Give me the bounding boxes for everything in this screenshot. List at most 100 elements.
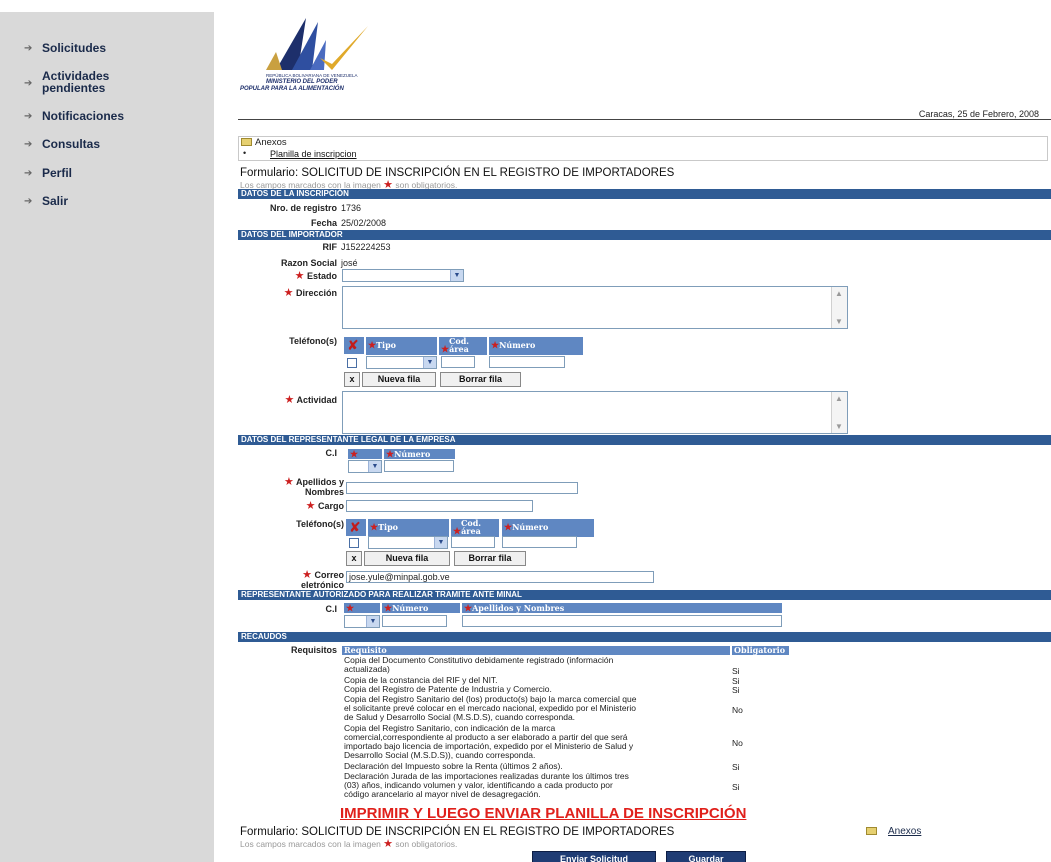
aut-ci-numero-header: ★Número [382, 603, 460, 614]
chevron-down-icon: ▼ [450, 270, 463, 281]
rep-tel-cod-header: Cod. ★área [451, 519, 499, 537]
nueva-fila-button[interactable]: Nueva fila [362, 372, 436, 387]
required-star-icon: ★ [284, 394, 295, 406]
table-row: Copia del Registro Sanitario, con indica… [344, 723, 634, 760]
ci-tipo-select[interactable]: ▼ [348, 460, 382, 473]
required-star-icon: ★ [294, 270, 305, 282]
razon-social-value: josé [341, 258, 358, 268]
tel-cod-header: Cod. ★área [439, 337, 487, 355]
scrollbar[interactable]: ▲ ▼ [831, 392, 847, 433]
required-star-icon: ★ [305, 500, 316, 512]
borrar-fila-button[interactable]: Borrar fila [440, 372, 521, 387]
planilla-link[interactable]: Planilla de inscripcion [270, 149, 357, 159]
rep-tel-tipo-header: ★Tipo [368, 519, 449, 537]
aut-ci-tipo-header: ★ [344, 603, 380, 614]
aut-apellidos-input[interactable] [462, 615, 782, 627]
rep-tel-x-button[interactable]: x [346, 551, 362, 566]
section-importador: DATOS DEL IMPORTADOR [238, 230, 1051, 240]
main-content: REPÚBLICA BOLIVARIANA DE VENEZUELA MINIS… [226, 12, 1051, 862]
correo-input[interactable]: jose.yule@minpal.gob.ve [346, 571, 654, 583]
tel-tipo-select[interactable]: ▼ [366, 356, 437, 369]
apellidos-nombres-input[interactable] [346, 482, 578, 494]
bullet-icon: • [243, 148, 247, 158]
ci-tipo-header: ★ [348, 449, 382, 460]
footer-form-title: Formulario: SOLICITUD DE INSCRIPCIÓN EN … [240, 826, 675, 838]
required-star-icon: ★ [383, 838, 394, 850]
rep-nueva-fila-button[interactable]: Nueva fila [364, 551, 450, 566]
tel-delete-header: ✘ [344, 337, 364, 354]
chevron-down-icon: ▼ [366, 616, 379, 627]
fecha-value: 25/02/2008 [341, 218, 387, 228]
required-star-icon: ★ [283, 287, 294, 299]
footer-required-note: Los campos marcados con la imagen ★ son … [240, 838, 458, 850]
rep-tel-delete-header: ✘ [346, 519, 366, 536]
scrollbar[interactable]: ▲ ▼ [831, 287, 847, 328]
direccion-textarea[interactable]: ▲ ▼ [342, 286, 848, 329]
close-icon: ✘ [347, 337, 359, 353]
ci-numero-header: ★Número [384, 449, 455, 460]
rep-tel-row-checkbox[interactable] [349, 538, 359, 548]
arrow-right-icon: ➔ [24, 139, 33, 150]
chevron-down-icon: ▼ [368, 461, 381, 472]
table-row: Declaración del Impuesto sobre la Renta … [344, 761, 563, 771]
section-inscripcion: DATOS DE LA INSCRIPCIÓN [238, 189, 1051, 199]
required-star-icon: ★ [350, 450, 359, 460]
ministry-logo: REPÚBLICA BOLIVARIANA DE VENEZUELA MINIS… [236, 12, 386, 96]
tel-numero-input[interactable] [489, 356, 565, 368]
required-star-icon: ★ [283, 476, 294, 488]
required-star-icon: ★ [464, 604, 473, 614]
form-title: Formulario: SOLICITUD DE INSCRIPCIÓN EN … [240, 167, 675, 179]
arrow-right-icon: ➔ [24, 168, 33, 179]
anexos-link[interactable]: Anexos [888, 826, 921, 837]
aut-ci-tipo-select[interactable]: ▼ [344, 615, 380, 628]
tel-tipo-header: ★Tipo [366, 337, 437, 355]
tel-x-button[interactable]: x [344, 372, 360, 387]
chevron-down-icon: ▼ [423, 357, 436, 368]
tel-numero-header: ★Número [489, 337, 583, 355]
section-autorizado: REPRESENTANTE AUTORIZADO PARA REALIZAR T… [238, 590, 1051, 600]
requisito-header: Requisito [342, 646, 730, 655]
cargo-input[interactable] [346, 500, 533, 512]
guardar-button[interactable]: Guardar [666, 851, 746, 862]
logo-emblem-icon [266, 18, 368, 70]
required-star-icon: ★ [368, 341, 377, 351]
rep-borrar-fila-button[interactable]: Borrar fila [454, 551, 526, 566]
required-star-icon: ★ [441, 345, 450, 355]
table-row: Copia del Registro Sanitario del (los) p… [344, 694, 637, 722]
arrow-right-icon: ➔ [24, 111, 33, 122]
tel-row-checkbox[interactable] [347, 358, 357, 368]
required-star-icon: ★ [491, 341, 500, 351]
arrow-right-icon: ➔ [24, 43, 33, 54]
chevron-down-icon: ▼ [434, 537, 447, 548]
header-divider [238, 119, 1051, 120]
sidebar: ➔ Solicitudes ➔ Actividades pendientes ➔… [0, 12, 214, 862]
folder-icon [241, 138, 252, 146]
ci-numero-input[interactable] [384, 460, 454, 472]
rep-tel-numero-input[interactable] [502, 536, 577, 548]
estado-select[interactable]: ▼ [342, 269, 464, 282]
close-icon: ✘ [349, 519, 361, 535]
rep-tel-tipo-select[interactable]: ▼ [368, 536, 448, 549]
rep-tel-cod-area-input[interactable] [451, 536, 495, 548]
actividad-textarea[interactable]: ▲ ▼ [342, 391, 848, 434]
table-row: Copia del Documento Constitutivo debidam… [344, 655, 614, 674]
print-notice: IMPRIMIR Y LUEGO ENVIAR PLANILLA DE INSC… [340, 805, 747, 822]
table-row: Declaración Jurada de las importaciones … [344, 771, 629, 799]
app-window: ➔ Solicitudes ➔ Actividades pendientes ➔… [0, 0, 1051, 862]
obligatorio-header: Obligatorio [732, 646, 789, 655]
rif-value: J152224253 [341, 242, 391, 252]
folder-icon [866, 827, 877, 835]
aut-ci-numero-input[interactable] [382, 615, 447, 627]
aut-apellidos-header: ★Apellidos y Nombres [462, 603, 782, 614]
nro-registro-value: 1736 [341, 203, 362, 213]
required-star-icon: ★ [504, 523, 513, 533]
required-star-icon: ★ [384, 604, 393, 614]
section-representante: DATOS DEL REPRESENTANTE LEGAL DE LA EMPR… [238, 435, 1051, 445]
tel-cod-area-input[interactable] [441, 356, 475, 368]
enviar-solicitud-button[interactable]: Enviar Solicitud [532, 851, 656, 862]
required-star-icon: ★ [386, 450, 395, 460]
arrow-right-icon: ➔ [24, 78, 33, 89]
arrow-right-icon: ➔ [24, 196, 33, 207]
rep-tel-numero-header: ★Número [502, 519, 594, 537]
required-star-icon: ★ [346, 604, 355, 614]
